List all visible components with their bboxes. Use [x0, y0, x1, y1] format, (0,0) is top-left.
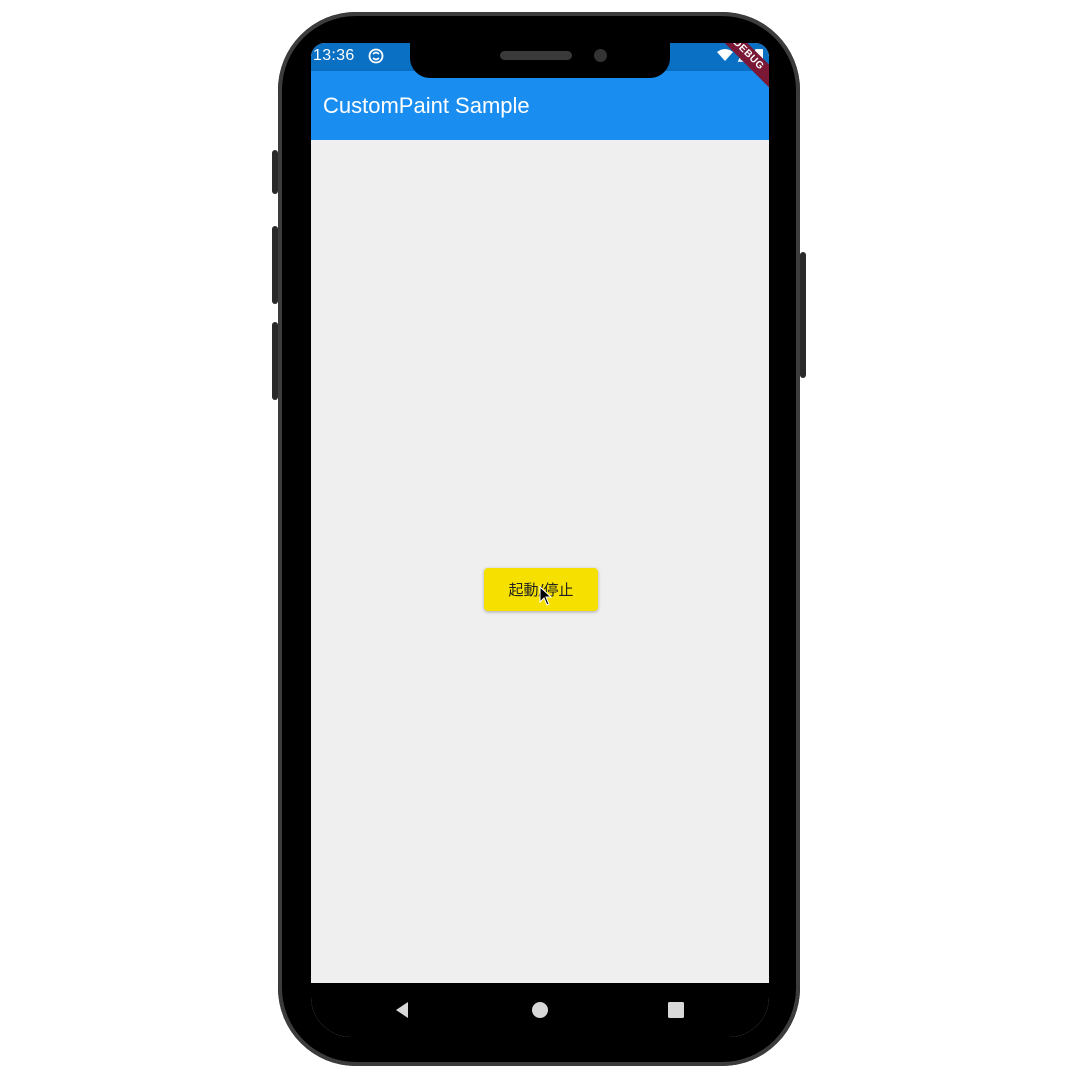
phone-notch — [410, 43, 670, 78]
wifi-icon — [717, 49, 733, 61]
system-navigation-bar — [311, 983, 769, 1037]
phone-speaker — [500, 51, 572, 60]
phone-side-button-volume-down — [272, 322, 278, 400]
app-title: CustomPaint Sample — [323, 93, 530, 118]
phone-side-button-mute — [272, 150, 278, 194]
recents-button[interactable] — [661, 995, 691, 1025]
main-content: 起動/停止 — [311, 140, 769, 983]
mouse-cursor-icon — [539, 586, 553, 606]
phone-front-camera — [594, 49, 607, 62]
home-button[interactable] — [525, 995, 555, 1025]
recents-icon — [668, 1002, 684, 1018]
back-icon — [396, 1002, 408, 1018]
back-button[interactable] — [387, 995, 417, 1025]
phone-side-button-volume-up — [272, 226, 278, 304]
app-status-icon — [368, 48, 384, 64]
home-icon — [532, 1002, 548, 1018]
app-bar: CustomPaint Sample — [311, 71, 769, 140]
status-time: 13:36 — [313, 47, 355, 64]
phone-side-button-power — [800, 252, 806, 378]
device-screen: 13:36 CustomPaint Sample DEBUG 起動/停止 — [311, 43, 769, 1037]
